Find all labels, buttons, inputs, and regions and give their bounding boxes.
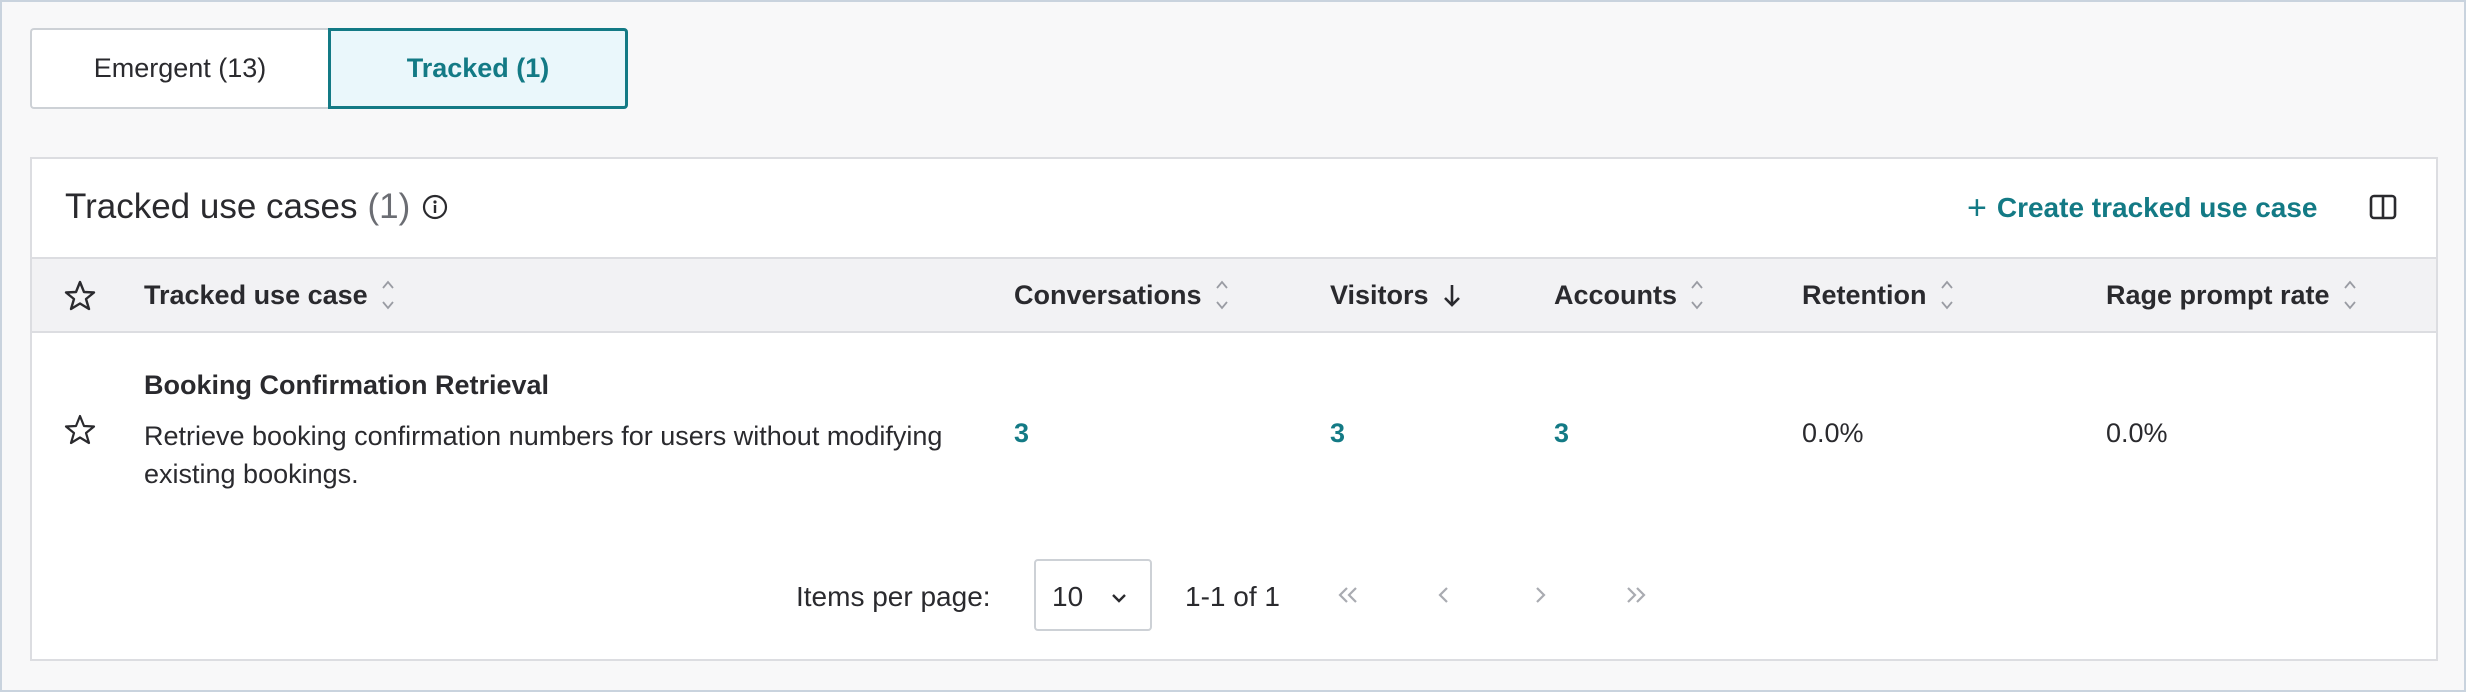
next-page-icon[interactable]: [1524, 579, 1556, 611]
columns-icon[interactable]: [2368, 192, 2398, 222]
column-header-use-case-label: Tracked use case: [144, 279, 368, 310]
plus-icon: +: [1967, 189, 1987, 227]
use-case-description: Retrieve booking confirmation numbers fo…: [144, 421, 943, 489]
create-tracked-use-case-label: Create tracked use case: [1996, 192, 2318, 223]
rage-prompt-rate-value: 0.0%: [2106, 418, 2168, 448]
column-header-rage-prompt-rate[interactable]: Rage prompt rate: [2106, 259, 2358, 331]
first-page-icon[interactable]: [1332, 579, 1364, 611]
accounts-count-link[interactable]: 3: [1554, 418, 1569, 449]
chevron-down-icon: [1108, 587, 1130, 609]
create-tracked-use-case-button[interactable]: + Create tracked use case: [1967, 191, 2318, 225]
tab-tracked[interactable]: Tracked (1): [328, 28, 628, 109]
column-header-visitors[interactable]: Visitors: [1330, 259, 1463, 331]
prev-page-icon[interactable]: [1428, 579, 1460, 611]
items-per-page-select[interactable]: 10: [1034, 559, 1152, 631]
column-header-conversations-label: Conversations: [1014, 279, 1202, 310]
tracked-use-cases-card: Tracked use cases (1) + Create tracked u…: [30, 157, 2438, 661]
sort-icon: [380, 276, 396, 314]
column-header-retention[interactable]: Retention: [1802, 259, 1955, 331]
page-frame: Emergent (13) Tracked (1) Tracked use ca…: [0, 0, 2466, 692]
pagination: Items per page: 10 1-1 of 1: [32, 559, 2436, 631]
retention-value: 0.0%: [1802, 418, 1864, 448]
column-header-accounts[interactable]: Accounts: [1554, 259, 1705, 331]
table-row[interactable]: Booking Confirmation Retrieval Retrieve …: [32, 333, 2436, 489]
star-icon[interactable]: [63, 413, 97, 447]
column-header-conversations[interactable]: Conversations: [1014, 259, 1230, 331]
tab-bar: Emergent (13) Tracked (1): [30, 28, 628, 109]
sort-icon: [1689, 276, 1705, 314]
use-case-name[interactable]: Booking Confirmation Retrieval: [144, 370, 549, 401]
last-page-icon[interactable]: [1620, 579, 1652, 611]
card-header: Tracked use cases (1) + Create tracked u…: [32, 159, 2436, 257]
page-range: 1-1 of 1: [1185, 581, 1280, 612]
items-per-page-value: 10: [1052, 581, 1084, 612]
items-per-page-label: Items per page:: [796, 581, 991, 612]
table-header: Tracked use case Conversations Visitors …: [32, 257, 2436, 333]
sort-icon: [1939, 276, 1955, 314]
card-title-text: Tracked use cases: [65, 187, 358, 226]
card-title: Tracked use cases (1): [65, 187, 448, 227]
visitors-count-link[interactable]: 3: [1330, 418, 1345, 449]
tab-emergent[interactable]: Emergent (13): [30, 28, 328, 109]
arrow-down-icon: [1441, 276, 1463, 314]
star-icon[interactable]: [63, 279, 97, 313]
column-header-accounts-label: Accounts: [1554, 279, 1678, 310]
conversations-count-link[interactable]: 3: [1014, 418, 1029, 449]
card-count: (1): [367, 187, 411, 226]
column-header-use-case[interactable]: Tracked use case: [144, 259, 396, 331]
info-icon[interactable]: [422, 194, 448, 220]
sort-icon: [1214, 276, 1230, 314]
column-header-visitors-label: Visitors: [1330, 279, 1429, 310]
column-header-retention-label: Retention: [1802, 279, 1927, 310]
column-header-rage-prompt-rate-label: Rage prompt rate: [2106, 279, 2330, 310]
sort-icon: [2342, 276, 2358, 314]
